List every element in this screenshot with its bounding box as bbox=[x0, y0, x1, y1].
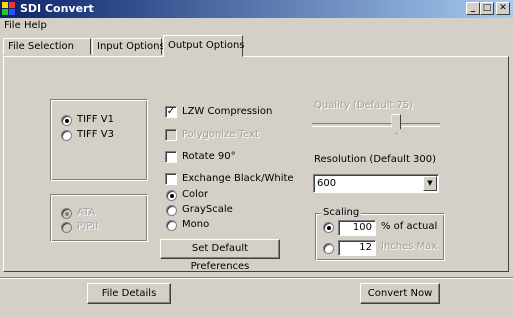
close-button[interactable]: ✕ bbox=[496, 2, 510, 15]
quality-label: Quality (Default 75) bbox=[314, 100, 414, 111]
menu-help[interactable]: Help bbox=[24, 20, 47, 31]
inches-input[interactable]: 12 bbox=[338, 240, 376, 256]
tab-file-selection[interactable]: File Selection bbox=[3, 38, 91, 55]
file-details-button[interactable]: File Details bbox=[87, 283, 171, 304]
mono-label: Mono bbox=[182, 219, 210, 230]
inches-label: Inches Max bbox=[381, 241, 438, 252]
tab-input-options[interactable]: Input Options bbox=[92, 38, 165, 55]
chevron-down-icon[interactable]: ▼ bbox=[423, 176, 437, 191]
percent-label: % of actual bbox=[381, 221, 438, 232]
footer-separator bbox=[0, 277, 513, 279]
app-icon bbox=[2, 2, 16, 16]
mono-radio[interactable] bbox=[166, 220, 177, 231]
tiff-v1-radio[interactable] bbox=[61, 115, 72, 126]
title-bar: SDI Convert _ □ ✕ bbox=[0, 0, 513, 18]
resolution-label: Resolution (Default 300) bbox=[314, 154, 437, 165]
scaling-title: Scaling bbox=[321, 207, 362, 218]
lzw-label: LZW Compression bbox=[182, 106, 273, 117]
maximize-button[interactable]: □ bbox=[480, 2, 494, 15]
menu-file[interactable]: File bbox=[4, 20, 21, 31]
exchange-checkbox[interactable] bbox=[165, 173, 177, 185]
minimize-button[interactable]: _ bbox=[466, 2, 480, 15]
resolution-select[interactable]: 600 ▼ bbox=[313, 174, 439, 193]
rotate-label: Rotate 90° bbox=[182, 151, 236, 162]
exchange-label: Exchange Black/White bbox=[182, 173, 294, 184]
tiff-v3-label: TIFF V3 bbox=[77, 129, 114, 140]
polygonize-label: Polygonize Text bbox=[182, 129, 259, 140]
quality-slider-track bbox=[312, 123, 440, 127]
grayscale-radio[interactable] bbox=[166, 205, 177, 216]
resolution-value: 600 bbox=[317, 178, 337, 189]
ata-label: ATA bbox=[77, 207, 96, 218]
window-title: SDI Convert bbox=[20, 2, 94, 15]
percent-input[interactable]: 100 bbox=[338, 220, 376, 236]
set-default-preferences-button[interactable]: Set Default Preferences bbox=[160, 239, 280, 272]
pipii-label: P/PII bbox=[77, 221, 99, 232]
tiff-v1-label: TIFF V1 bbox=[77, 114, 114, 125]
grayscale-label: GrayScale bbox=[182, 204, 233, 215]
rotate-checkbox[interactable] bbox=[165, 151, 177, 163]
percent-radio[interactable] bbox=[323, 222, 334, 233]
lzw-checkbox[interactable]: ✓ bbox=[165, 106, 177, 118]
tab-output-options[interactable]: Output Options bbox=[163, 35, 245, 57]
tiff-v3-radio[interactable] bbox=[61, 130, 72, 141]
color-radio[interactable] bbox=[166, 190, 177, 201]
polygonize-checkbox[interactable] bbox=[165, 129, 177, 141]
ata-radio[interactable] bbox=[61, 208, 72, 219]
inches-radio[interactable] bbox=[323, 243, 334, 254]
color-label: Color bbox=[182, 189, 209, 200]
convert-now-button[interactable]: Convert Now bbox=[360, 283, 440, 304]
pipii-radio[interactable] bbox=[61, 222, 72, 233]
